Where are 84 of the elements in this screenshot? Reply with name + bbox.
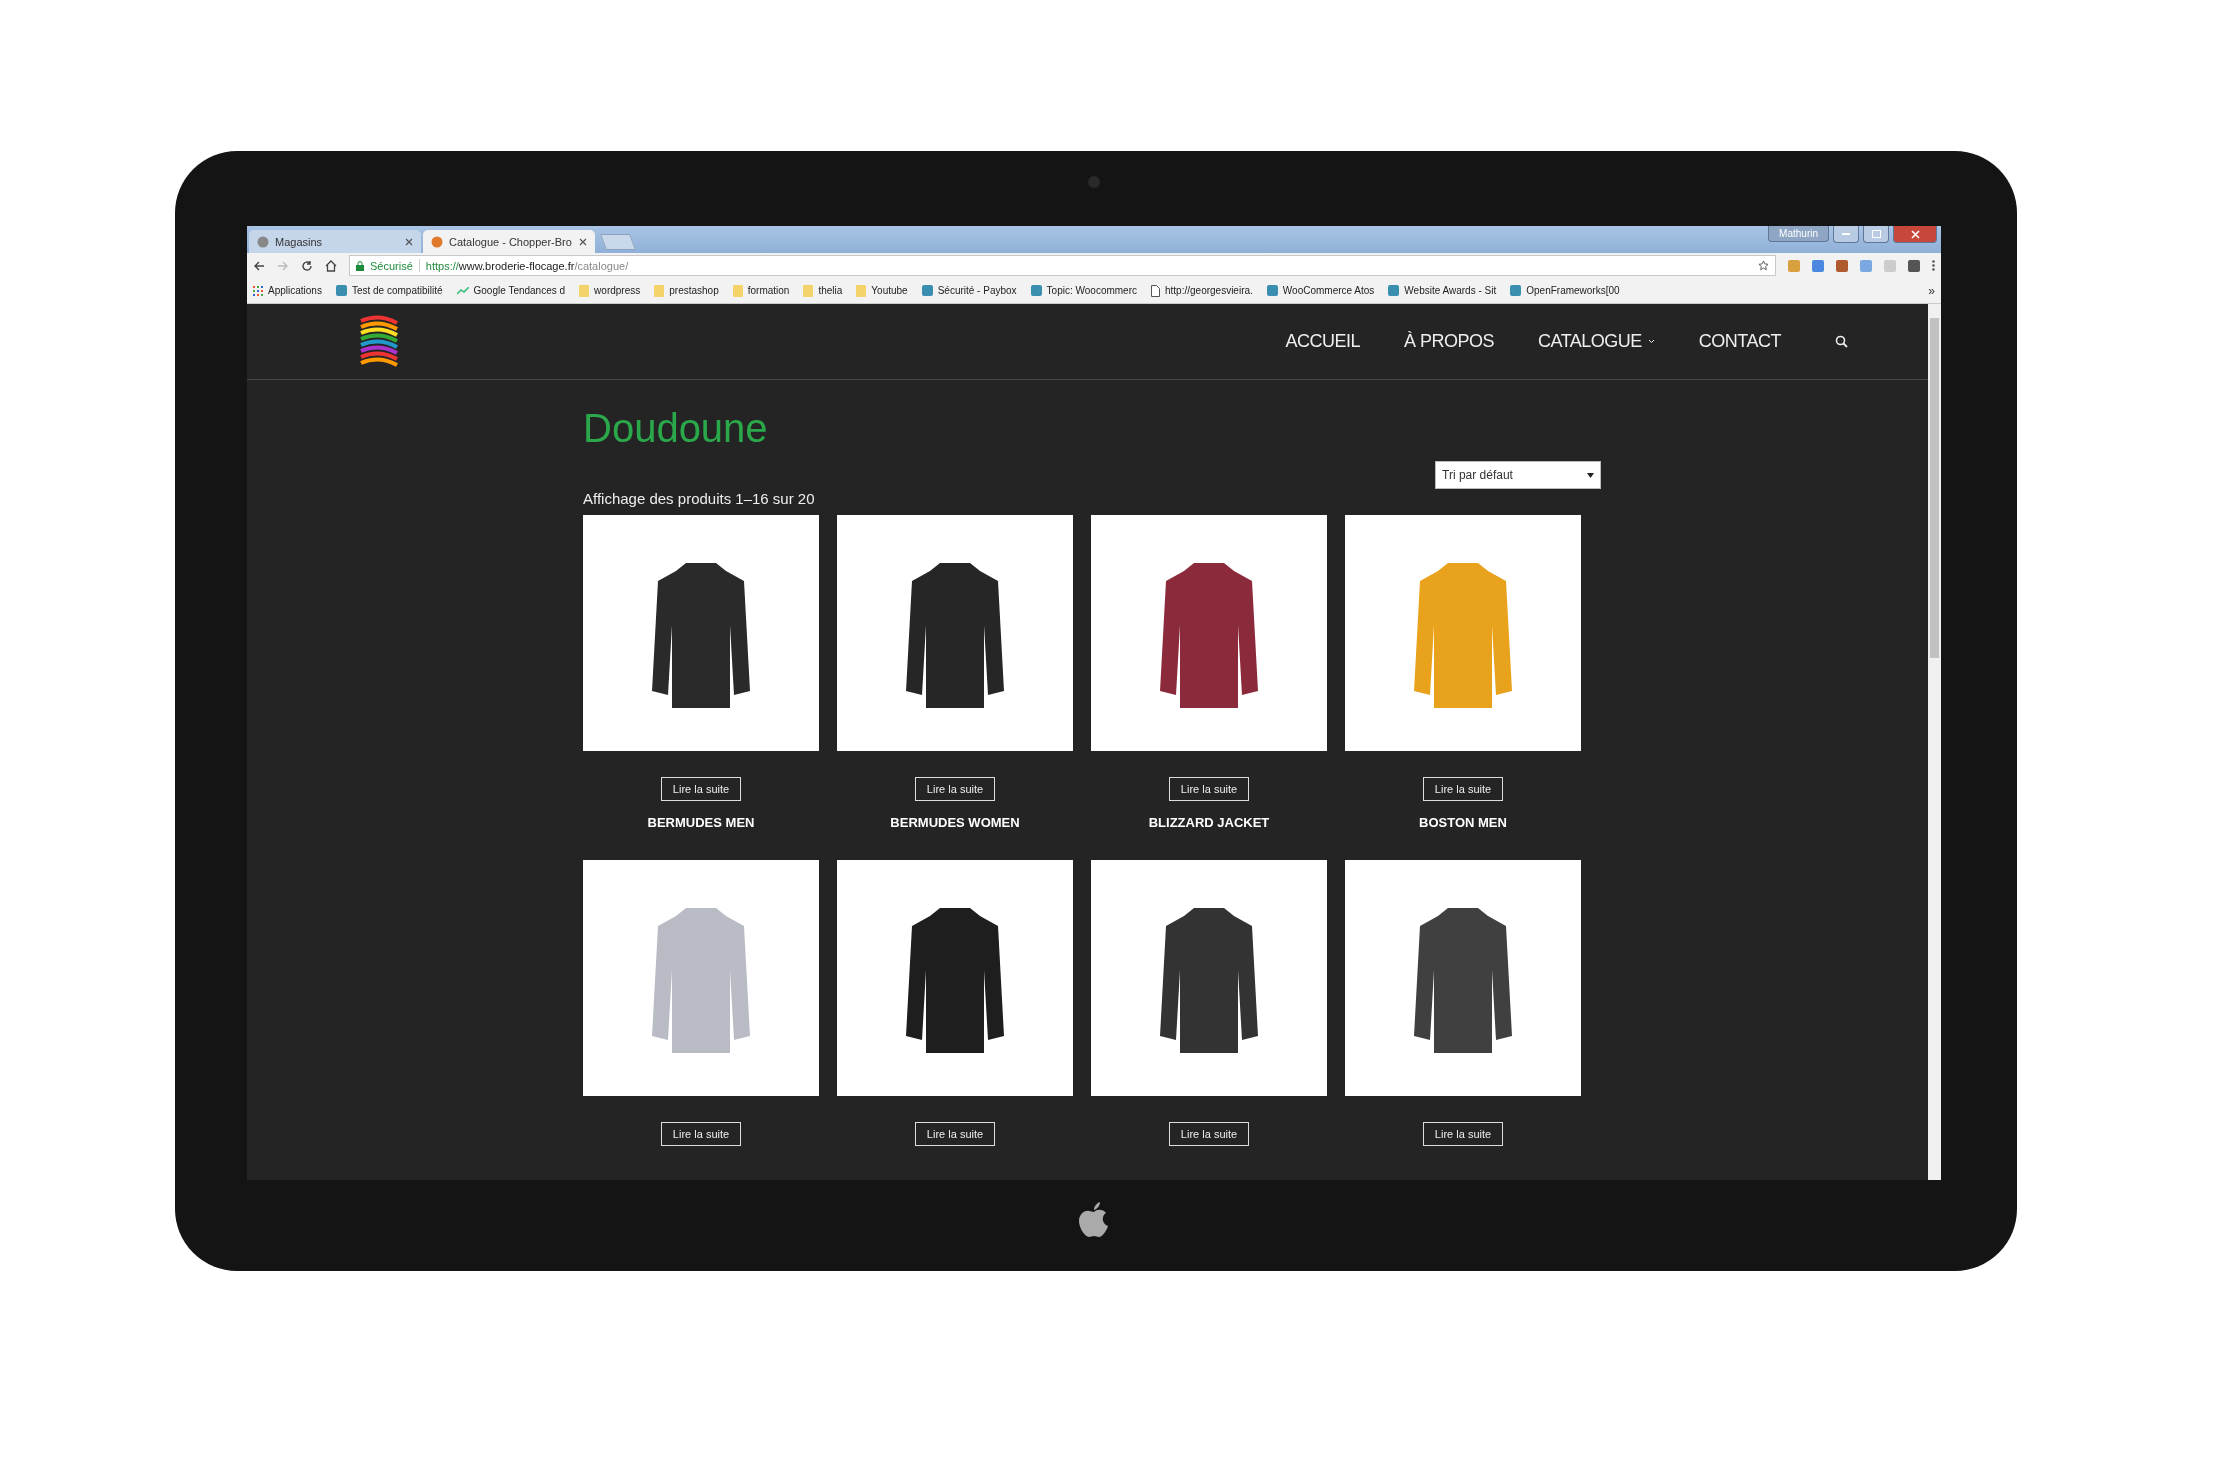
folder-icon (732, 284, 743, 297)
extension-icon[interactable] (1812, 259, 1824, 272)
bookmark[interactable]: Google Tendances d (456, 285, 566, 296)
minimize-button[interactable] (1833, 226, 1859, 243)
product-name[interactable]: BOSTON MEN (1419, 815, 1507, 830)
maximize-button[interactable] (1863, 226, 1889, 243)
nav-link[interactable]: CATALOGUE (1537, 331, 1655, 352)
product-name[interactable]: BERMUDES MEN (647, 815, 755, 830)
folder-icon (803, 284, 814, 297)
read-more-button[interactable]: Lire la suite (914, 777, 996, 801)
favicon-icon (431, 235, 443, 248)
bookmark[interactable]: WooCommerce Atos (1266, 285, 1375, 296)
extension-icon[interactable] (1908, 259, 1920, 272)
read-more-button[interactable]: Lire la suite (1168, 777, 1250, 801)
apple-logo-icon (1079, 1202, 1109, 1238)
product-name[interactable]: BERMUDES WOMEN (890, 815, 1020, 830)
site-icon (1266, 285, 1278, 296)
product-photo[interactable] (1091, 515, 1327, 751)
menu-icon[interactable] (1932, 260, 1935, 271)
nav-link[interactable]: ACCUEIL (1285, 331, 1360, 352)
more-bookmarks-button[interactable]: » (1928, 283, 1935, 298)
product-photo[interactable] (837, 515, 1073, 751)
product-photo[interactable] (583, 515, 819, 751)
star-icon[interactable] (1758, 260, 1769, 271)
read-more-button[interactable]: Lire la suite (1422, 1122, 1504, 1146)
close-icon[interactable] (405, 237, 413, 246)
close-button[interactable] (1893, 226, 1937, 243)
product-name[interactable]: BLIZZARD JACKET (1148, 815, 1270, 830)
read-more-button[interactable]: Lire la suite (1168, 1122, 1250, 1146)
read-more-button[interactable]: Lire la suite (1422, 777, 1504, 801)
bookmark[interactable]: Sécurité - Paybox (921, 285, 1017, 296)
browser-tab[interactable]: Catalogue - Chopper-Bro (423, 230, 595, 253)
secure-label: Sécurisé (370, 259, 413, 272)
read-more-button[interactable]: Lire la suite (914, 1122, 996, 1146)
product-photo[interactable] (837, 860, 1073, 1096)
site-icon (921, 285, 933, 296)
bookmark[interactable]: OpenFrameworks[00 (1510, 285, 1620, 296)
tab-title: Magasins (275, 235, 324, 248)
result-count: Affichage des produits 1–16 sur 20 (583, 490, 815, 507)
back-icon[interactable] (253, 259, 265, 272)
reload-icon[interactable] (301, 259, 313, 272)
site-icon (1030, 285, 1042, 296)
folder-icon (654, 284, 665, 297)
bookmark[interactable]: wordpress (579, 284, 641, 297)
page-title: Doudoune (583, 406, 769, 451)
folder-icon (579, 284, 590, 297)
bookmark[interactable]: Topic: Woocommerc (1030, 285, 1137, 296)
bookmark[interactable]: http://georgesvieira. (1151, 284, 1253, 297)
close-icon (1910, 229, 1920, 239)
close-icon[interactable] (579, 237, 587, 246)
folder-icon (856, 284, 867, 297)
bookmark[interactable]: formation (732, 284, 790, 297)
bookmark[interactable]: Applications (253, 285, 322, 296)
extension-icon[interactable] (1836, 259, 1848, 272)
bookmark[interactable]: Youtube (856, 284, 908, 297)
caret-icon (1587, 472, 1594, 478)
read-more-button[interactable]: Lire la suite (660, 777, 742, 801)
bookmark[interactable]: Website Awards - Sit (1388, 285, 1497, 296)
bookmark[interactable]: Test de compatibilité (335, 285, 443, 296)
browser-tab[interactable]: Magasins (249, 230, 421, 253)
favicon-icon (257, 235, 269, 248)
product-photo[interactable] (1091, 860, 1327, 1096)
home-icon[interactable] (325, 259, 337, 272)
minimize-icon (1842, 232, 1850, 236)
bookmark[interactable]: prestashop (654, 284, 719, 297)
lock-icon (356, 260, 364, 271)
read-more-button[interactable]: Lire la suite (660, 1122, 742, 1146)
search-icon[interactable] (1835, 335, 1848, 348)
sort-dropdown[interactable]: Tri par défaut (1435, 461, 1601, 489)
url-text: https://www.broderie-flocage.fr/catalogue/ (425, 259, 630, 272)
apps-icon (253, 285, 263, 296)
nav-link[interactable]: CONTACT (1698, 331, 1781, 352)
maximize-icon (1871, 230, 1881, 238)
site-icon (335, 285, 347, 296)
site-icon (1510, 285, 1522, 296)
product-photo[interactable] (1345, 860, 1581, 1096)
nav-link[interactable]: À PROPOS (1403, 331, 1494, 352)
tab-title: Catalogue - Chopper-Bro (449, 235, 573, 248)
site-icon (1388, 285, 1400, 296)
scrollbar[interactable] (1928, 304, 1941, 1180)
bookmark[interactable]: thelia (803, 284, 843, 297)
address-bar[interactable]: Sécurisé https://www.broderie-flocage.fr/catalogue/ (349, 255, 1776, 276)
trend-icon (456, 286, 469, 295)
page-icon (1151, 284, 1160, 297)
